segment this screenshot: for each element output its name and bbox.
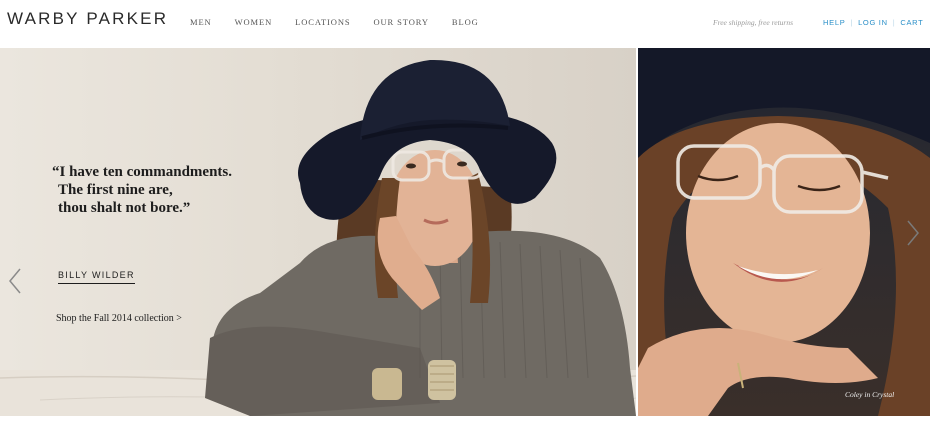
hero-model-photo bbox=[0, 59, 636, 416]
hero-secondary-panel: Coley in Crystal bbox=[638, 48, 930, 416]
nav-item-women[interactable]: WOMEN bbox=[235, 17, 273, 27]
quote-line: “I have ten commandments. bbox=[52, 164, 232, 180]
separator: | bbox=[850, 18, 854, 27]
chevron-left-icon[interactable] bbox=[6, 266, 24, 296]
cart-link[interactable]: CART bbox=[900, 18, 923, 27]
brand-logo[interactable]: WARBY PARKER bbox=[7, 9, 168, 29]
utility-nav: HELP | LOG IN | CART bbox=[823, 18, 923, 27]
login-link[interactable]: LOG IN bbox=[858, 18, 888, 27]
shop-collection-link[interactable]: Shop the Fall 2014 collection > bbox=[56, 313, 182, 324]
help-link[interactable]: HELP bbox=[823, 18, 845, 27]
main-nav: MEN WOMEN LOCATIONS OUR STORY BLOG bbox=[190, 17, 502, 27]
hero-main-panel: “I have ten commandments. The first nine… bbox=[0, 48, 636, 416]
nav-item-men[interactable]: MEN bbox=[190, 17, 212, 27]
site-header: WARBY PARKER MEN WOMEN LOCATIONS OUR STO… bbox=[0, 0, 930, 47]
nav-item-our-story[interactable]: OUR STORY bbox=[373, 17, 428, 27]
quote-author: BILLY WILDER bbox=[58, 270, 135, 284]
quote-line: The first nine are, bbox=[58, 182, 173, 198]
shipping-tagline: Free shipping, free returns bbox=[713, 18, 793, 27]
nav-item-locations[interactable]: LOCATIONS bbox=[295, 17, 350, 27]
product-caption: Coley in Crystal bbox=[845, 390, 895, 399]
chevron-right-icon[interactable] bbox=[904, 218, 922, 248]
hero-quote: “I have ten commandments. The first nine… bbox=[52, 163, 252, 217]
nav-item-blog[interactable]: BLOG bbox=[452, 17, 479, 27]
quote-line: thou shalt not bore.” bbox=[58, 200, 191, 216]
hero-closeup-photo bbox=[638, 48, 930, 416]
page-bottom-strip bbox=[0, 416, 930, 428]
separator: | bbox=[892, 18, 896, 27]
